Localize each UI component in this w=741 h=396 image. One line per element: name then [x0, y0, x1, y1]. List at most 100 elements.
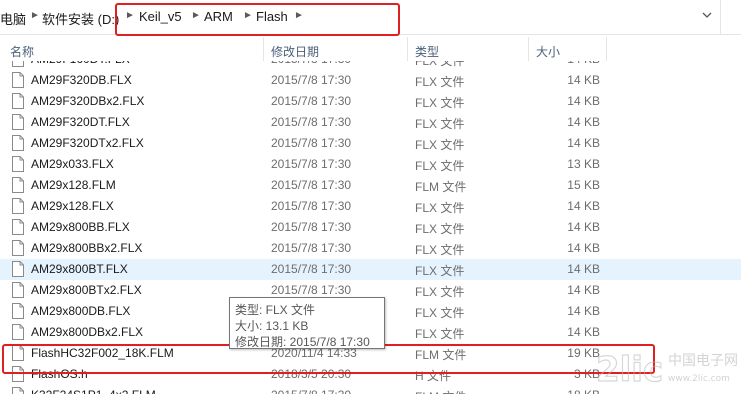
file-type: FLX 文件	[415, 327, 465, 341]
file-type: H 文件	[415, 369, 452, 383]
file-row[interactable]: AM29x128.FLM 2015/7/8 17:30 FLM 文件 15 KB	[0, 175, 741, 196]
document-icon	[12, 345, 24, 361]
file-name: AM29F320DB.FLX	[31, 73, 132, 87]
file-modified-date: 2015/7/8 17:30	[271, 157, 352, 171]
file-size: 14 KB	[567, 325, 600, 339]
file-name: AM29F320DT.FLX	[31, 115, 130, 129]
address-bar[interactable]: 电脑 ► 软件安装 (D:) ► Keil_v5 ► ARM ► Flash ►	[0, 0, 741, 35]
file-size: 14 KB	[567, 220, 600, 234]
chevron-right-icon[interactable]: ►	[191, 10, 201, 21]
breadcrumb-this-pc[interactable]: 电脑	[0, 9, 26, 28]
document-icon	[12, 114, 24, 130]
document-icon	[12, 177, 24, 193]
file-size: 14 KB	[567, 262, 600, 276]
breadcrumb-drive-d[interactable]: 软件安装 (D:)	[42, 9, 119, 28]
address-bar-divider	[720, 0, 721, 34]
column-header-type[interactable]: 类型	[415, 43, 439, 60]
column-header-date[interactable]: 修改日期	[271, 43, 319, 60]
file-type: FLM 文件	[415, 348, 467, 362]
column-divider[interactable]	[263, 37, 264, 61]
file-size: 14 KB	[530, 61, 600, 66]
file-row[interactable]: AM29F320DBx2.FLX 2015/7/8 17:30 FLX 文件 14 K…	[0, 91, 741, 112]
document-icon	[12, 93, 24, 109]
chevron-right-icon[interactable]: ►	[243, 10, 253, 21]
file-modified-date: 2015/7/8 17:30	[271, 241, 352, 255]
file-modified-date: 2018/3/5 20:30	[271, 367, 352, 381]
file-row[interactable]: AM29x800BBx2.FLX 2015/7/8 17:30 FLX 文件 14 K…	[0, 238, 741, 259]
file-size: 14 KB	[567, 304, 600, 318]
file-type: FLX 文件	[415, 61, 465, 68]
file-size: 15 KB	[567, 178, 600, 192]
file-type: FLX 文件	[415, 285, 465, 299]
file-name: AM29x800BTx2.FLX	[31, 283, 142, 297]
chevron-down-icon[interactable]	[700, 8, 714, 22]
file-size: 14 KB	[567, 115, 600, 129]
file-modified-date: 2015/7/8 17:30	[271, 262, 352, 276]
file-modified-date: 2015/7/8 17:30	[271, 73, 352, 87]
file-row[interactable]: AM29F320DTx2.FLX 2015/7/8 17:30 FLX 文件 14 K…	[0, 133, 741, 154]
file-name: FlashOS.h	[31, 367, 88, 381]
file-modified-date: 2015/7/8 17:30	[271, 61, 351, 66]
document-icon	[12, 72, 24, 88]
file-row[interactable]: AM29F320DT.FLX 2015/7/8 17:30 FLX 文件 14 KB	[0, 112, 741, 133]
column-header-size[interactable]: 大小	[536, 43, 560, 60]
file-row[interactable]: AM29F160DT.FLX 2015/7/8 17:30 FLX 文件 14 KB	[0, 61, 741, 70]
column-divider[interactable]	[528, 37, 529, 61]
file-type: FLX 文件	[415, 96, 465, 110]
document-icon	[12, 366, 24, 382]
file-size: 19 KB	[567, 346, 600, 360]
file-row[interactable]: AM29x128.FLX 2015/7/8 17:30 FLX 文件 14 KB	[0, 196, 741, 217]
file-row[interactable]: AM29x800BT.FLX 2015/7/8 17:30 FLX 文件 14 KB	[0, 259, 741, 280]
document-icon	[12, 240, 24, 256]
file-name: AM29x800DB.FLX	[31, 304, 131, 318]
file-modified-date: 2015/7/8 17:30	[271, 283, 352, 297]
file-type: FLX 文件	[415, 306, 465, 320]
tooltip-date: 修改日期: 2015/7/8 17:30	[235, 335, 370, 349]
chevron-right-icon[interactable]: ►	[125, 10, 135, 21]
document-icon	[12, 303, 24, 319]
file-row[interactable]: AM29F320DB.FLX 2015/7/8 17:30 FLX 文件 14 KB	[0, 70, 741, 91]
file-size: 3 KB	[573, 367, 600, 381]
file-row[interactable]: AM29x800BB.FLX 2015/7/8 17:30 FLX 文件 14 KB	[0, 217, 741, 238]
file-type: FLM 文件	[415, 180, 467, 194]
file-modified-date: 2015/7/8 17:30	[271, 199, 352, 213]
column-divider[interactable]	[606, 37, 607, 61]
document-icon	[12, 156, 24, 172]
file-type: FLX 文件	[415, 117, 465, 131]
chevron-right-icon[interactable]: ►	[294, 10, 304, 21]
breadcrumb-arm[interactable]: ARM	[204, 9, 233, 24]
file-name: AM29x800BB.FLX	[31, 220, 130, 234]
breadcrumb-flash[interactable]: Flash	[256, 9, 288, 24]
watermark-url: www.2lic.com	[668, 374, 730, 384]
tooltip-type: 类型: FLX 文件	[235, 303, 316, 317]
file-name: AM29x033.FLX	[31, 157, 114, 171]
file-name: AM29x800BT.FLX	[31, 262, 128, 276]
chevron-right-icon[interactable]: ►	[30, 10, 40, 21]
file-row[interactable]: AM29x033.FLX 2015/7/8 17:30 FLX 文件 13 KB	[0, 154, 741, 175]
file-name: AM29F320DBx2.FLX	[31, 94, 145, 108]
file-size: 18 KB	[530, 388, 600, 394]
file-size: 14 KB	[567, 199, 600, 213]
breadcrumb-keil[interactable]: Keil_v5	[139, 9, 182, 24]
file-modified-date: 2015/7/8 17:30	[271, 94, 352, 108]
file-name: AM29x800DBx2.FLX	[31, 325, 144, 339]
watermark-graphic: 2lic 中国电子网 www.2lic.com	[595, 349, 738, 390]
file-modified-date: 2015/7/8 17:30	[271, 136, 352, 150]
file-name: AM29F160DT.FLX	[31, 61, 130, 66]
file-name: K32F24S1P1_4x2.FLM	[31, 388, 156, 394]
watermark-logo: 2lic 中国电子网 www.2lic.com	[594, 343, 741, 391]
file-type: FLX 文件	[415, 75, 465, 89]
file-type: FLX 文件	[415, 138, 465, 152]
file-tooltip: 类型: FLX 文件 大小: 13.1 KB 修改日期: 2015/7/8 17…	[229, 297, 385, 349]
file-type: FLX 文件	[415, 201, 465, 215]
document-icon	[12, 198, 24, 214]
column-header-name[interactable]: 名称	[10, 43, 34, 60]
svg-text:2lic: 2lic	[596, 350, 663, 390]
document-icon	[12, 219, 24, 235]
watermark-text: 中国电子网	[668, 353, 738, 369]
column-divider[interactable]	[407, 37, 408, 61]
file-size: 13 KB	[567, 157, 600, 171]
file-size: 14 KB	[567, 73, 600, 87]
column-header-bar: 名称 修改日期 类型 大小	[0, 37, 741, 61]
file-size: 14 KB	[567, 136, 600, 150]
